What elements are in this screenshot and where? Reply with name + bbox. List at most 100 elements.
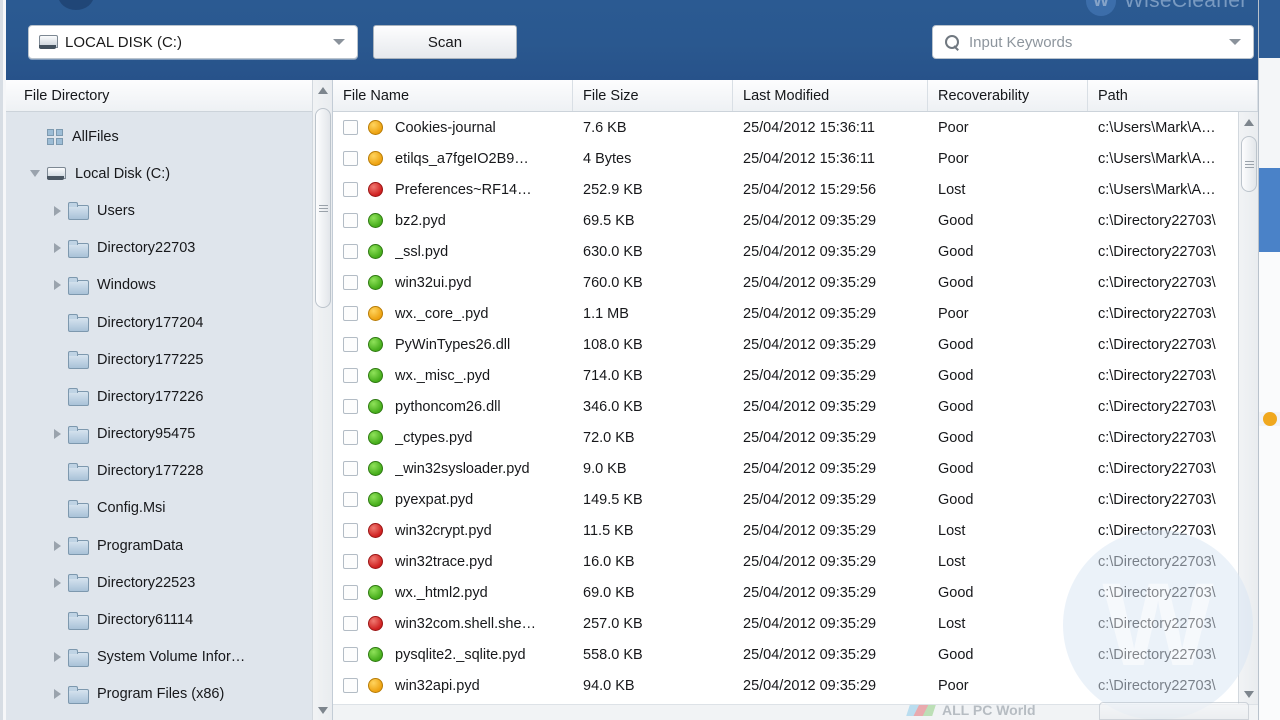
search-input[interactable]: Input Keywords	[969, 34, 1229, 51]
table-row[interactable]: pythoncom26.dll 346.0 KB 25/04/2012 09:35:…	[333, 391, 1238, 422]
table-row[interactable]: win32api.pyd 94.0 KB 25/04/2012 09:35:29 Po…	[333, 670, 1238, 701]
sidebar-item[interactable]: Directory61114	[6, 601, 332, 638]
chevron-right-icon[interactable]	[46, 429, 68, 440]
file-list-horizontal-scrollbar[interactable]	[333, 704, 1258, 720]
row-checkbox[interactable]	[343, 647, 358, 662]
chevron-down-icon[interactable]	[333, 39, 345, 45]
cell-recoverability: Lost	[938, 553, 966, 570]
recoverability-status-icon	[368, 213, 383, 228]
row-checkbox[interactable]	[343, 213, 358, 228]
sidebar-item[interactable]: Program Files (x86)	[6, 676, 332, 713]
row-checkbox[interactable]	[343, 368, 358, 383]
cell-file-size: 108.0 KB	[583, 336, 643, 353]
row-checkbox[interactable]	[343, 616, 358, 631]
scrollbar-thumb[interactable]	[315, 108, 331, 308]
row-checkbox[interactable]	[343, 120, 358, 135]
file-list-rows[interactable]: Cookies-journal 7.6 KB 25/04/2012 15:36:11…	[333, 112, 1238, 704]
table-row[interactable]: bz2.pyd 69.5 KB 25/04/2012 09:35:29 Good c:\…	[333, 205, 1238, 236]
sidebar-item[interactable]: System Volume Infor…	[6, 639, 332, 676]
sidebar-item[interactable]: Directory95475	[6, 416, 332, 453]
table-row[interactable]: etilqs_a7fgeIO2B9… 4 Bytes 25/04/2012 15:3…	[333, 143, 1238, 174]
sidebar-item[interactable]: Config.Msi	[6, 490, 332, 527]
sidebar-item[interactable]: ProgramData	[6, 527, 332, 564]
cell-last-modified: 25/04/2012 09:35:29	[743, 522, 877, 539]
cell-recoverability: Lost	[938, 522, 966, 539]
sidebar-item[interactable]: Users	[6, 192, 332, 229]
column-header-file-name[interactable]: File Name	[333, 80, 573, 111]
chevron-right-icon[interactable]	[46, 577, 68, 588]
column-header-path[interactable]: Path	[1088, 80, 1258, 111]
sidebar-item[interactable]: Directory177226	[6, 378, 332, 415]
table-row[interactable]: wx._misc_.pyd 714.0 KB 25/04/2012 09:35:29…	[333, 360, 1238, 391]
directory-tree[interactable]: AllFiles Local Disk (C:) Users Directory227…	[6, 112, 332, 720]
chevron-down-icon[interactable]	[24, 170, 46, 178]
cell-file-size: 714.0 KB	[583, 367, 643, 384]
table-row[interactable]: win32trace.pyd 16.0 KB 25/04/2012 09:35:29…	[333, 546, 1238, 577]
sidebar-item[interactable]: Directory177225	[6, 341, 332, 378]
column-header-file-size[interactable]: File Size	[573, 80, 733, 111]
file-list-scrollbar[interactable]	[1238, 112, 1258, 704]
scroll-down-arrow-icon[interactable]	[313, 700, 333, 720]
chevron-right-icon[interactable]	[46, 280, 68, 291]
sidebar-item-label: Local Disk (C:)	[75, 165, 171, 182]
scroll-up-arrow-icon[interactable]	[313, 80, 333, 100]
disk-select-dropdown[interactable]: LOCAL DISK (C:)	[28, 25, 358, 59]
chevron-right-icon[interactable]	[46, 243, 68, 254]
table-row[interactable]: _ssl.pyd 630.0 KB 25/04/2012 09:35:29 Good c…	[333, 236, 1238, 267]
search-box[interactable]: Input Keywords	[932, 25, 1254, 59]
chevron-right-icon[interactable]	[46, 205, 68, 216]
row-checkbox[interactable]	[343, 244, 358, 259]
sidebar-item[interactable]: Directory177204	[6, 304, 332, 341]
sidebar-item[interactable]: Windows	[6, 267, 332, 304]
file-name-label: wx._html2.pyd	[395, 584, 488, 601]
scan-button[interactable]: Scan	[373, 25, 517, 59]
sidebar-item[interactable]: AllFiles	[6, 118, 332, 155]
row-checkbox[interactable]	[343, 182, 358, 197]
row-checkbox[interactable]	[343, 151, 358, 166]
chevron-right-icon[interactable]	[46, 652, 68, 663]
table-row[interactable]: _ctypes.pyd 72.0 KB 25/04/2012 09:35:29 Goo…	[333, 422, 1238, 453]
table-row[interactable]: wx._html2.pyd 69.0 KB 25/04/2012 09:35:29 G…	[333, 577, 1238, 608]
sidebar-item[interactable]: Directory22523	[6, 564, 332, 601]
table-row[interactable]: _win32sysloader.pyd 9.0 KB 25/04/2012 09:3…	[333, 453, 1238, 484]
column-header-last-modified[interactable]: Last Modified	[733, 80, 928, 111]
cell-file-size: 558.0 KB	[583, 646, 643, 663]
sidebar-item[interactable]: Directory177228	[6, 453, 332, 490]
recoverability-status-icon	[368, 492, 383, 507]
table-row[interactable]: pysqlite2._sqlite.pyd 558.0 KB 25/04/2012 …	[333, 639, 1238, 670]
row-checkbox[interactable]	[343, 430, 358, 445]
row-checkbox[interactable]	[343, 337, 358, 352]
row-checkbox[interactable]	[343, 523, 358, 538]
table-row[interactable]: win32crypt.pyd 11.5 KB 25/04/2012 09:35:29…	[333, 515, 1238, 546]
chevron-right-icon[interactable]	[46, 689, 68, 700]
table-row[interactable]: Cookies-journal 7.6 KB 25/04/2012 15:36:11…	[333, 112, 1238, 143]
row-checkbox[interactable]	[343, 492, 358, 507]
table-row[interactable]: wx._core_.pyd 1.1 MB 25/04/2012 09:35:29 Po…	[333, 298, 1238, 329]
search-chevron-down-icon[interactable]	[1229, 39, 1241, 45]
row-checkbox[interactable]	[343, 585, 358, 600]
sidebar-item[interactable]: Local Disk (C:)	[6, 155, 332, 192]
chevron-right-icon[interactable]	[46, 540, 68, 551]
cell-last-modified: 25/04/2012 15:29:56	[743, 181, 877, 198]
sidebar-item[interactable]: Directory22703	[6, 230, 332, 267]
table-row[interactable]: Preferences~RF14… 252.9 KB 25/04/2012 15:2…	[333, 174, 1238, 205]
row-checkbox[interactable]	[343, 275, 358, 290]
row-checkbox[interactable]	[343, 306, 358, 321]
column-header-recoverability[interactable]: Recoverability	[928, 80, 1088, 111]
table-row[interactable]: win32com.shell.she… 257.0 KB 25/04/2012 09…	[333, 608, 1238, 639]
row-checkbox[interactable]	[343, 554, 358, 569]
directory-tree-scrollbar[interactable]	[312, 80, 332, 720]
file-name-label: Cookies-journal	[395, 119, 496, 136]
table-row[interactable]: PyWinTypes26.dll 108.0 KB 25/04/2012 09:35…	[333, 329, 1238, 360]
file-scroll-down-arrow-icon[interactable]	[1239, 684, 1259, 704]
folder-icon	[68, 462, 89, 481]
cell-last-modified: 25/04/2012 09:35:29	[743, 274, 877, 291]
file-scroll-up-arrow-icon[interactable]	[1239, 112, 1259, 132]
row-checkbox[interactable]	[343, 678, 358, 693]
table-row[interactable]: pyexpat.pyd 149.5 KB 25/04/2012 09:35:29 Go…	[333, 484, 1238, 515]
table-row[interactable]: win32ui.pyd 760.0 KB 25/04/2012 09:35:29 Go…	[333, 267, 1238, 298]
row-checkbox[interactable]	[343, 399, 358, 414]
row-checkbox[interactable]	[343, 461, 358, 476]
file-scrollbar-thumb[interactable]	[1241, 136, 1257, 192]
cell-file-size: 252.9 KB	[583, 181, 643, 198]
